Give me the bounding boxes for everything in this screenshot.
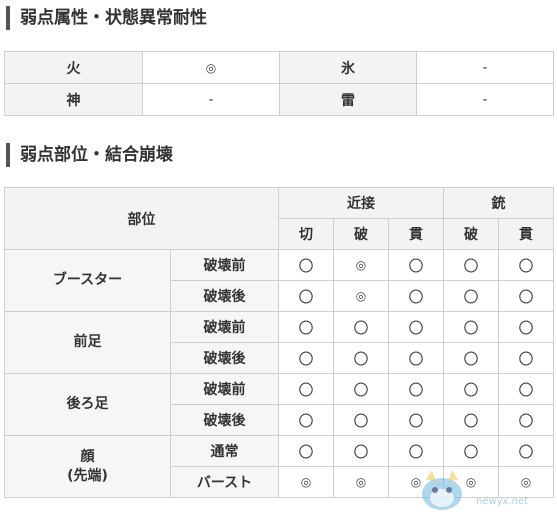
effective-mark: 〇 bbox=[278, 435, 334, 467]
part-state-cell: 通常 bbox=[170, 435, 279, 467]
effective-mark: 〇 bbox=[387, 249, 445, 281]
part-name-cell: ブースター bbox=[4, 249, 171, 312]
attribute-value-ice: - bbox=[416, 51, 554, 84]
weak-point-mark: ◎ bbox=[278, 466, 334, 498]
effective-mark: 〇 bbox=[387, 435, 445, 467]
effective-mark: 〇 bbox=[443, 342, 500, 374]
effective-mark: 〇 bbox=[387, 342, 445, 374]
effective-mark: 〇 bbox=[443, 311, 500, 343]
weak-point-mark: ◎ bbox=[443, 466, 500, 498]
column-header-gun-pierce: 貫 bbox=[498, 218, 555, 250]
attribute-label-god: 神 bbox=[4, 83, 143, 116]
effective-mark: 〇 bbox=[278, 280, 334, 312]
section-title-weak-parts: 弱点部位・結合崩壊 bbox=[6, 143, 173, 167]
part-state-cell: 破壊前 bbox=[170, 311, 279, 343]
column-header-gun-break: 破 bbox=[443, 218, 500, 250]
part-state-cell: 破壊前 bbox=[170, 249, 279, 281]
effective-mark: 〇 bbox=[333, 342, 389, 374]
table-row: 後ろ足 破壊前〇〇〇〇〇 bbox=[4, 373, 555, 436]
weak-point-mark: ◎ bbox=[498, 466, 555, 498]
part-state-cell: 破壊前 bbox=[170, 373, 279, 405]
table-row: 顔 (先端) 通常〇〇〇〇〇 bbox=[4, 435, 555, 498]
part-name-cell: 後ろ足 bbox=[4, 373, 171, 436]
effective-mark: 〇 bbox=[443, 249, 500, 281]
weak-point-mark: ◎ bbox=[333, 466, 389, 498]
effective-mark: 〇 bbox=[498, 373, 555, 405]
column-header-melee-pierce: 貫 bbox=[387, 218, 445, 250]
weak-part-table: 部位 近接 銃 切 破 貫 破 貫 ブースター 破壊前〇 ◎ 〇〇〇破壊後〇 ◎ 〇〇〇前… bbox=[4, 187, 555, 498]
effective-mark: 〇 bbox=[278, 249, 334, 281]
weak-point-mark: ◎ bbox=[387, 466, 445, 498]
table-row: 神 - 雷 - bbox=[4, 83, 554, 116]
effective-mark: 〇 bbox=[333, 373, 389, 405]
weak-point-mark: ◎ bbox=[333, 249, 389, 281]
effective-mark: 〇 bbox=[333, 311, 389, 343]
attribute-table: 火 ◎ 氷 - 神 - 雷 - bbox=[4, 51, 554, 116]
attribute-value-fire: ◎ bbox=[142, 51, 280, 84]
attribute-value-thunder: - bbox=[416, 83, 554, 116]
part-state-cell: 破壊後 bbox=[170, 280, 279, 312]
effective-mark: 〇 bbox=[443, 404, 500, 436]
effective-mark: 〇 bbox=[387, 311, 445, 343]
attribute-label-thunder: 雷 bbox=[279, 83, 417, 116]
effective-mark: 〇 bbox=[498, 280, 555, 312]
effective-mark: 〇 bbox=[278, 373, 334, 405]
table-header-row: 部位 近接 銃 bbox=[4, 187, 555, 250]
effective-mark: 〇 bbox=[443, 280, 500, 312]
attribute-label-ice: 氷 bbox=[279, 51, 417, 84]
effective-mark: 〇 bbox=[333, 404, 389, 436]
part-name-cell: 顔 (先端) bbox=[4, 435, 171, 498]
column-header-part: 部位 bbox=[4, 187, 279, 250]
effective-mark: 〇 bbox=[498, 311, 555, 343]
table-row: 火 ◎ 氷 - bbox=[4, 51, 554, 84]
part-state-cell: バースト bbox=[170, 466, 279, 498]
attribute-label-fire: 火 bbox=[4, 51, 143, 84]
effective-mark: 〇 bbox=[278, 311, 334, 343]
part-state-cell: 破壊後 bbox=[170, 342, 279, 374]
section-title-weak-attributes: 弱点属性・状態異常耐性 bbox=[6, 6, 207, 30]
effective-mark: 〇 bbox=[443, 435, 500, 467]
effective-mark: 〇 bbox=[333, 435, 389, 467]
weak-point-mark: ◎ bbox=[333, 280, 389, 312]
part-state-cell: 破壊後 bbox=[170, 404, 279, 436]
table-row: 前足 破壊前〇〇〇〇〇 bbox=[4, 311, 555, 374]
attribute-value-god: - bbox=[142, 83, 280, 116]
effective-mark: 〇 bbox=[278, 404, 334, 436]
effective-mark: 〇 bbox=[498, 404, 555, 436]
column-header-melee-break: 破 bbox=[333, 218, 389, 250]
column-header-gun: 銃 bbox=[443, 187, 555, 219]
part-name-cell: 前足 bbox=[4, 311, 171, 374]
effective-mark: 〇 bbox=[387, 280, 445, 312]
column-header-melee: 近接 bbox=[277, 187, 445, 219]
effective-mark: 〇 bbox=[498, 342, 555, 374]
table-row: ブースター 破壊前〇 ◎ 〇〇〇 bbox=[4, 249, 555, 312]
effective-mark: 〇 bbox=[387, 404, 445, 436]
effective-mark: 〇 bbox=[443, 373, 500, 405]
column-header-melee-cut: 切 bbox=[278, 218, 334, 250]
effective-mark: 〇 bbox=[387, 373, 445, 405]
effective-mark: 〇 bbox=[498, 249, 555, 281]
effective-mark: 〇 bbox=[278, 342, 334, 374]
effective-mark: 〇 bbox=[498, 435, 555, 467]
